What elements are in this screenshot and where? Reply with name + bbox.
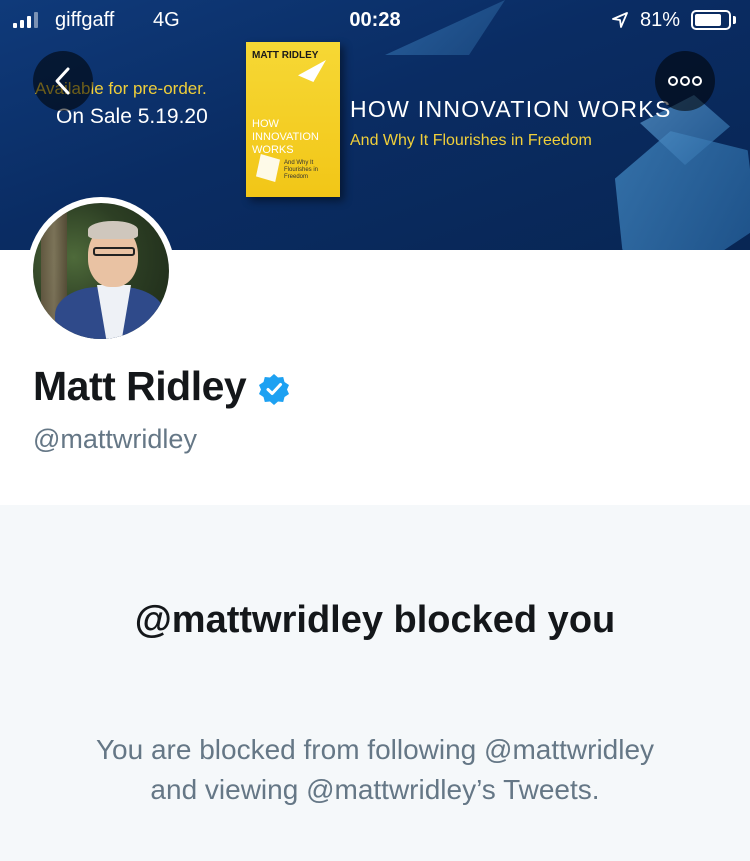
banner-on-sale-date: On Sale 5.19.20	[56, 105, 208, 128]
paper-plane-icon	[298, 60, 326, 82]
blocked-notice: @mattwridley blocked you You are blocked…	[0, 505, 750, 861]
back-button[interactable]	[33, 51, 93, 111]
profile-name: Matt Ridley	[33, 363, 247, 409]
book-cover-title: HOW INNOVATION WORKS	[252, 118, 319, 156]
battery-icon	[691, 10, 731, 30]
status-bar: giffgaff 4G 00:28 81%	[0, 0, 750, 40]
avatar-photo	[33, 203, 169, 339]
battery-percent: 81%	[640, 9, 681, 31]
crumpled-paper-icon	[256, 154, 280, 182]
banner-subheadline: And Why It Flourishes in Freedom	[350, 132, 592, 149]
status-time: 00:28	[349, 9, 401, 31]
blocked-description: You are blocked from following @mattwrid…	[95, 734, 655, 805]
location-arrow-icon	[612, 12, 628, 28]
blocked-title: @mattwridley blocked you	[134, 599, 616, 641]
verified-badge-icon	[259, 373, 290, 405]
banner-headline: HOW INNOVATION WORKS	[350, 96, 672, 122]
profile-name-row: Matt Ridley	[33, 363, 290, 410]
battery-tip	[733, 16, 736, 24]
book-cover-author: MATT RIDLEY	[252, 50, 319, 61]
avatar[interactable]	[27, 197, 175, 345]
book-cover: MATT RIDLEY HOW INNOVATION WORKS And Why…	[246, 42, 340, 197]
profile-handle: @mattwridley	[33, 424, 197, 454]
more-options-button[interactable]	[655, 51, 715, 111]
chevron-left-icon	[55, 67, 70, 95]
book-cover-subtitle: And Why It Flourishes in Freedom	[284, 160, 319, 180]
more-horizontal-icon	[668, 76, 702, 86]
